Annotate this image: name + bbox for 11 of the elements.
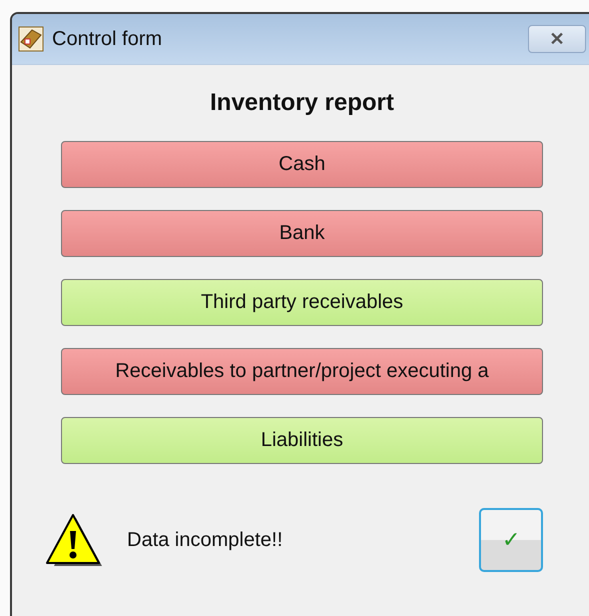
category-button[interactable]: Receivables to partner/project executing a [61, 348, 543, 395]
warning-icon [45, 511, 103, 569]
window-title: Control form [52, 28, 162, 50]
close-button[interactable]: ✕ [528, 25, 586, 53]
category-button[interactable]: Cash [61, 141, 543, 188]
status-message: Data incomplete!! [127, 528, 283, 552]
category-button[interactable]: Third party receivables [61, 279, 543, 326]
report-heading: Inventory report [208, 89, 396, 117]
category-button[interactable]: Bank [61, 210, 543, 257]
box-icon [18, 26, 44, 52]
category-button[interactable]: Liabilities [61, 417, 543, 464]
